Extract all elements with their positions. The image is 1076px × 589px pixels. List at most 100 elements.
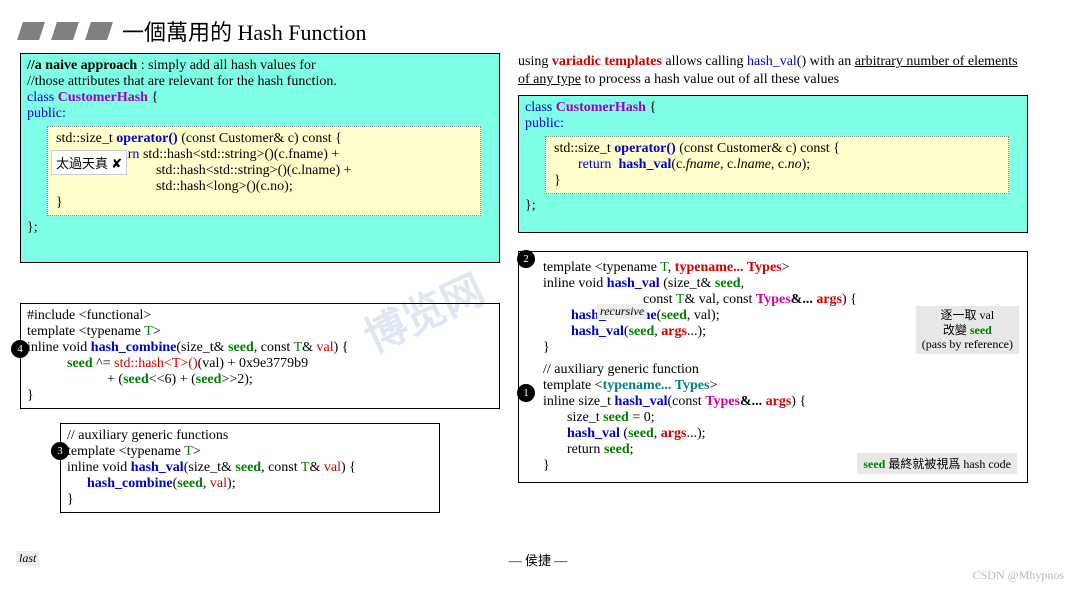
sig3c: (size_t&	[184, 460, 236, 475]
t2: T	[294, 340, 303, 355]
seed4: seed	[196, 372, 222, 387]
intro-text: using variadic templates allows calling …	[518, 53, 1028, 89]
b1-3a: inline size_t	[543, 394, 615, 409]
brace: {	[148, 90, 158, 105]
sig-1c: (const Customer& c) const {	[178, 131, 342, 146]
end-struct: };	[27, 220, 493, 236]
b1-3f: args	[766, 394, 792, 409]
sig3i: ) {	[341, 460, 356, 475]
b1-2b: typename... Types	[603, 378, 710, 393]
seed: seed	[228, 340, 254, 355]
xor: ^=	[93, 356, 114, 371]
b1-6c: ;	[630, 442, 634, 457]
header: 一個萬用的 Hash Function	[20, 15, 1056, 47]
note-final-text: 最終就被視爲 hash code	[888, 457, 1011, 471]
shift-a: + (	[107, 372, 123, 387]
b2-3g: ) {	[842, 292, 857, 307]
call-combine: hash_combine	[87, 476, 173, 491]
g2g: , c.	[771, 157, 788, 172]
g2c: (c.	[671, 157, 685, 172]
fn-name: hash_combine	[91, 340, 177, 355]
good-body: std::size_t operator() (const Customer& …	[545, 136, 1009, 194]
g2e: , c.	[720, 157, 737, 172]
val: val	[317, 340, 334, 355]
tpl-t: T	[144, 324, 153, 339]
b1-3g: ) {	[791, 394, 806, 409]
magic: (val) + 0x9e3779b9	[198, 356, 309, 371]
g2b: hash_val	[618, 157, 671, 172]
b1-4c: = 0;	[629, 410, 655, 425]
note-pass-by-ref: 逐一取 val 改變 seed (pass by reference)	[916, 306, 1019, 353]
b2-3a: const	[643, 292, 676, 307]
end2: };	[525, 198, 1021, 214]
tpl3a: template <typename	[67, 444, 184, 459]
badge-3: 3	[51, 442, 69, 460]
sig3a: inline void	[67, 460, 131, 475]
b2-1c: ,	[668, 260, 675, 275]
b2-5e: args	[661, 324, 687, 339]
author-label: — 侯捷 —	[509, 550, 568, 569]
g1b: operator()	[614, 141, 675, 156]
sig-a: inline void	[27, 340, 91, 355]
sig-c: (size_t&	[176, 340, 228, 355]
b2-5a: hash_val	[571, 324, 624, 339]
naive-comment-1a: //a naive approach	[27, 58, 137, 73]
sig-op: operator()	[116, 131, 177, 146]
seed3: seed	[123, 372, 149, 387]
good-hash-box: class CustomerHash { public: std::size_t…	[518, 95, 1028, 233]
badge-4: 4	[11, 340, 29, 358]
c4d: ,	[203, 476, 210, 491]
g1c: (const Customer& c) const {	[676, 141, 840, 156]
b2-5f: ...);	[687, 324, 706, 339]
kw-public: public:	[27, 106, 493, 122]
seed2: seed	[67, 356, 93, 371]
hash-a: std::hash<	[114, 356, 172, 371]
g2a: return	[578, 157, 611, 172]
include: #include <functional>	[27, 308, 493, 324]
b2-4d: , val);	[687, 308, 720, 323]
note-seed: seed	[970, 323, 992, 337]
naive-comment-1b: : simply add all hash values for	[137, 58, 315, 73]
hash-combine-box: 4 #include <functional> template <typena…	[20, 303, 500, 409]
b1-5f: ...);	[686, 426, 705, 441]
b1-2a: template <	[543, 378, 603, 393]
hash-val-last-box: 3 // auxiliary generic functions templat…	[60, 423, 440, 513]
pub2: public:	[525, 116, 1021, 132]
c4f: );	[227, 476, 236, 491]
variadic-box: 2 template <typename T, typename... Type…	[518, 251, 1028, 483]
too-naive-label: 太過天真 ✘	[51, 150, 127, 175]
cls-name: CustomerHash	[58, 90, 148, 105]
g2i: );	[802, 157, 811, 172]
b1-3d: Types	[705, 394, 740, 409]
b1-c: // auxiliary generic function	[543, 362, 1017, 378]
recursive-tag: recursive	[597, 304, 647, 319]
sig3e: , const	[261, 460, 301, 475]
c4c: seed	[177, 476, 203, 491]
fn3: hash_val	[131, 460, 184, 475]
b2-1b: T	[660, 260, 668, 275]
page-title: 一個萬用的 Hash Function	[122, 15, 366, 47]
naive-approach-box: //a naive approach : simply add all hash…	[20, 53, 500, 263]
hash-fname: std::hash<std::string>()(c.fname) +	[139, 147, 339, 162]
sig-g: &	[302, 340, 316, 355]
sig-e: , const	[254, 340, 294, 355]
b2-1a: template <typename	[543, 260, 660, 275]
g2d: fname	[686, 157, 720, 172]
b2-4c: seed	[661, 308, 687, 323]
val3: val	[324, 460, 341, 475]
b2-3e: &...	[791, 292, 817, 307]
b1-3e: &...	[740, 394, 766, 409]
cls-name2: CustomerHash	[556, 100, 646, 115]
close-brace: }	[56, 195, 472, 211]
b2-2c: (size_t&	[660, 276, 715, 291]
sig-1a: std::size_t	[56, 131, 116, 146]
tpl-c: >	[153, 324, 161, 339]
g3: }	[554, 173, 1000, 189]
hash-b: >()	[180, 356, 197, 371]
g2f: lname	[737, 157, 771, 172]
brace2: {	[646, 100, 656, 115]
b2-2d: seed	[715, 276, 741, 291]
b1-5e: args	[661, 426, 687, 441]
b1-6b: seed	[604, 442, 630, 457]
b2-1d: typename... Types	[675, 260, 782, 275]
